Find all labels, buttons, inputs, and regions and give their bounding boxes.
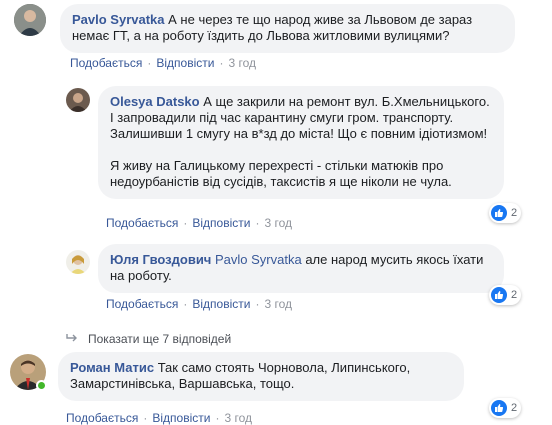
reply-olesya: Olesya Datsko А ще закрили на ремонт вул… [66, 86, 504, 199]
timestamp[interactable]: 3 год [264, 216, 292, 230]
reply-link[interactable]: Відповісти [156, 56, 214, 70]
comment-pavlo: Pavlo Syrvatka А не через те що народ жи… [14, 4, 515, 53]
comment-author[interactable]: Pavlo Syrvatka [72, 12, 165, 27]
like-link[interactable]: Подобається [106, 297, 178, 311]
reaction-number: 2 [511, 402, 518, 414]
online-status-icon [36, 380, 47, 391]
reaction-count[interactable]: 2 [489, 398, 522, 418]
like-reaction-icon [491, 287, 507, 303]
like-reaction-icon [491, 400, 507, 416]
comment-bubble: Роман Матис Так само стоять Чорновола, Л… [58, 352, 464, 401]
comment-bubble: Pavlo Syrvatka А не через те що народ жи… [60, 4, 515, 53]
like-reaction-icon [491, 205, 507, 221]
mention-link[interactable]: Pavlo Syrvatka [215, 252, 302, 267]
comment-author[interactable]: Роман Матис [70, 360, 154, 375]
reaction-count[interactable]: 2 [489, 285, 522, 305]
timestamp[interactable]: 3 год [224, 411, 252, 425]
reply-link[interactable]: Відповісти [192, 297, 250, 311]
comment-actions: Подобається · Відповісти · 3 год [106, 216, 292, 230]
avatar[interactable] [66, 250, 90, 274]
comment-author[interactable]: Юля Гвоздович [110, 252, 211, 267]
comment-actions: Подобається · Відповісти · 3 год [106, 297, 292, 311]
comment-actions: Подобається · Відповісти · 3 год [66, 411, 252, 425]
avatar[interactable] [66, 88, 90, 112]
avatar[interactable] [14, 4, 46, 36]
comment-text-2: Я живу на Галицькому перехресті - стільк… [110, 158, 452, 189]
comment-bubble: Юля Гвоздович Pavlo Syrvatka але народ м… [98, 244, 504, 293]
show-more-replies[interactable]: Показати ще 7 відповідей [66, 332, 231, 346]
like-link[interactable]: Подобається [66, 411, 138, 425]
show-more-label: Показати ще 7 відповідей [88, 332, 232, 346]
reaction-count[interactable]: 2 [489, 203, 522, 223]
like-link[interactable]: Подобається [70, 56, 142, 70]
reaction-number: 2 [511, 207, 518, 219]
timestamp[interactable]: 3 год [264, 297, 292, 311]
reply-yulia: Юля Гвоздович Pavlo Syrvatka але народ м… [66, 244, 504, 293]
reply-link[interactable]: Відповісти [192, 216, 250, 230]
avatar-photo-icon [66, 250, 90, 274]
avatar-photo-icon [66, 88, 90, 112]
avatar-photo-icon [14, 4, 46, 36]
timestamp[interactable]: 3 год [228, 56, 256, 70]
reply-link[interactable]: Відповісти [152, 411, 210, 425]
comment-author[interactable]: Olesya Datsko [110, 94, 200, 109]
reaction-number: 2 [511, 289, 518, 301]
reply-arrow-icon [66, 332, 78, 346]
like-link[interactable]: Подобається [106, 216, 178, 230]
comment-roman: Роман Матис Так само стоять Чорновола, Л… [10, 352, 464, 401]
comment-bubble: Olesya Datsko А ще закрили на ремонт вул… [98, 86, 504, 199]
comment-actions: Подобається · Відповісти · 3 год [70, 56, 256, 70]
